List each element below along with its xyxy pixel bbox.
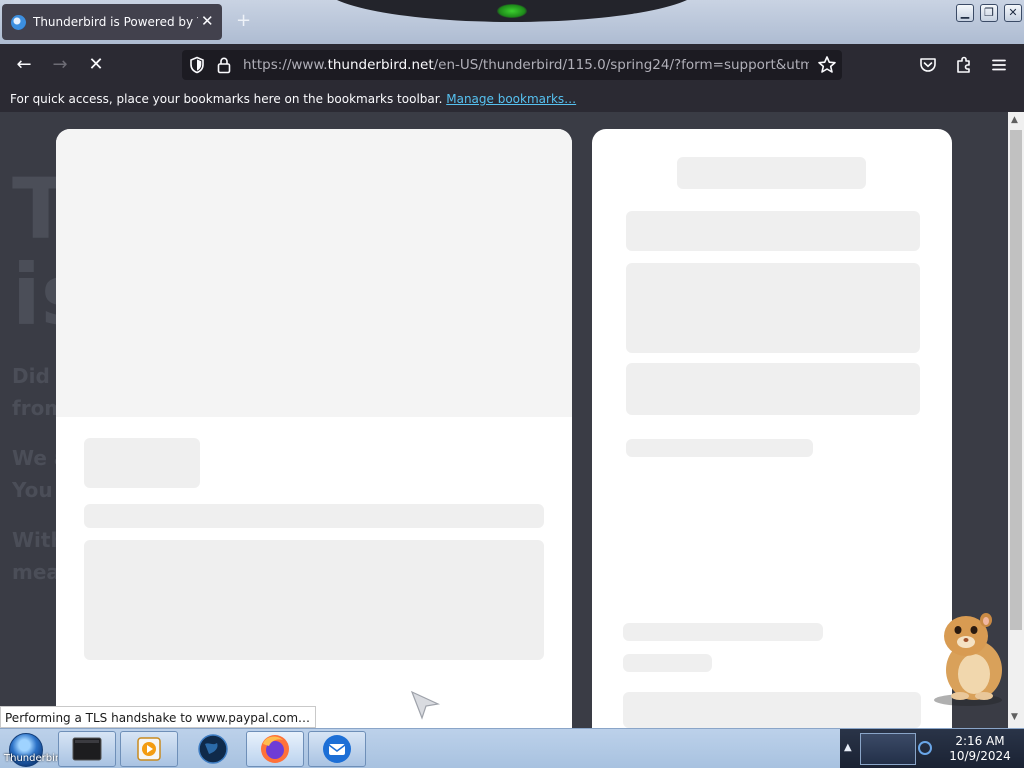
scroll-down-icon[interactable]: ▼: [1011, 712, 1018, 722]
scroll-up-icon[interactable]: ▲: [1011, 115, 1018, 125]
scrollbar-thumb[interactable]: [1010, 130, 1022, 630]
extensions-icon[interactable]: [954, 55, 974, 75]
status-panel: Performing a TLS handshake to www.paypal…: [0, 706, 317, 728]
taskbar-firefox[interactable]: [246, 731, 304, 767]
skeleton-block: [84, 540, 544, 660]
donation-form-skeleton: [56, 129, 572, 728]
close-window-button[interactable]: ✕: [1004, 4, 1022, 22]
url-text[interactable]: https://www.thunderbird.net/en-US/thunde…: [243, 57, 809, 73]
tab-close-icon[interactable]: ✕: [201, 12, 214, 30]
navigation-toolbar: ← → ✕ https://www.thunderbird.net/en-US/…: [0, 44, 1024, 86]
terminal-icon: [72, 737, 102, 761]
skeleton-block: [84, 438, 200, 488]
skeleton-line: [626, 439, 813, 457]
thunderbird-icon: [323, 735, 351, 763]
thunderbird-favicon-icon: [11, 15, 26, 30]
system-tray: ▲ 2:16 AM 10/9/2024: [840, 729, 1024, 768]
tab-strip: Thunderbird is Powered by You ✕ + ▁ ❐ ✕: [0, 0, 1024, 44]
new-tab-icon[interactable]: +: [236, 10, 251, 31]
restore-button[interactable]: ❐: [980, 4, 998, 22]
start-button[interactable]: Thunderbird: [4, 731, 65, 767]
taskbar: Thunderbird ▲ 2:16 AM 10/9/2024: [0, 728, 1024, 768]
tray-app-icon[interactable]: [860, 733, 916, 765]
taskbar-media-player[interactable]: [120, 731, 178, 767]
skeleton-block: [626, 211, 920, 251]
media-player-icon: [137, 737, 161, 761]
back-button[interactable]: ←: [10, 51, 38, 79]
pocket-icon[interactable]: [918, 55, 938, 75]
tracking-protection-shield-icon[interactable]: [188, 56, 206, 74]
minimize-button[interactable]: ▁: [956, 4, 974, 22]
mouse-cursor-icon: [410, 690, 441, 720]
clock[interactable]: 2:16 AM 10/9/2024: [940, 734, 1020, 764]
page-scrollbar[interactable]: ▲ ▼: [1008, 112, 1024, 728]
hamster-mascot-icon: [934, 613, 1002, 706]
bookmarks-toolbar: For quick access, place your bookmarks h…: [0, 86, 1024, 112]
bookmarks-hint: For quick access, place your bookmarks h…: [10, 92, 577, 106]
firefox-icon: [261, 735, 289, 763]
lock-icon[interactable]: [216, 56, 232, 74]
bookmark-star-icon[interactable]: [817, 55, 837, 75]
skeleton-line: [623, 654, 712, 672]
skeleton-line: [677, 157, 866, 189]
payment-form-skeleton: [592, 129, 952, 728]
skeleton-block: [626, 263, 920, 353]
url-bar[interactable]: https://www.thunderbird.net/en-US/thunde…: [182, 50, 842, 80]
clock-time: 2:16 AM: [955, 734, 1005, 748]
forward-button[interactable]: →: [46, 51, 74, 79]
skeleton-line: [84, 504, 544, 528]
manage-bookmarks-link[interactable]: Manage bookmarks…: [446, 92, 576, 106]
show-hidden-icons[interactable]: ▲: [844, 742, 852, 753]
tab-title: Thunderbird is Powered by You: [33, 15, 198, 29]
menu-icon[interactable]: [990, 56, 1008, 74]
taskbar-terminal[interactable]: [58, 731, 116, 767]
tray-network-icon[interactable]: [918, 741, 932, 755]
taskbar-thunderbird[interactable]: [308, 731, 366, 767]
stop-loading-button[interactable]: ✕: [82, 51, 110, 79]
clock-date: 10/9/2024: [949, 749, 1011, 763]
skeleton-block: [626, 363, 920, 415]
titlebar-light: [497, 4, 527, 18]
skeleton-block: [623, 692, 921, 728]
skeleton-banner: [56, 129, 572, 417]
tab-thunderbird[interactable]: Thunderbird is Powered by You ✕: [2, 4, 222, 40]
globe-icon: [198, 734, 228, 764]
skeleton-line: [623, 623, 823, 641]
taskbar-globe[interactable]: [184, 731, 242, 767]
start-label: Thunderbird: [4, 753, 66, 764]
